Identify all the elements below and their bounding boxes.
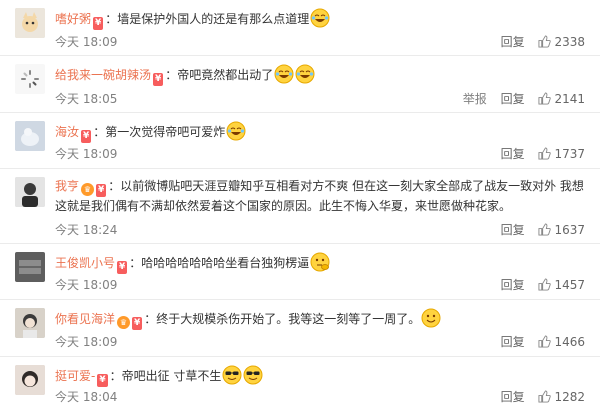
thumbs-up-icon <box>538 335 552 348</box>
comment-time: 今天 18:09 <box>55 335 118 349</box>
laugh-cry-emoji-icon <box>274 64 294 84</box>
thumbs-up-icon <box>538 223 552 236</box>
thumbs-up-icon <box>538 35 552 48</box>
vip-icon: ♛ <box>81 183 95 196</box>
comment-actions: 回复 1637 <box>491 221 585 238</box>
like-count: 2338 <box>554 35 585 49</box>
username-link[interactable]: 王俊凯小号 <box>55 256 115 270</box>
reply-button[interactable]: 回复 <box>501 92 525 106</box>
like-count: 1282 <box>554 390 585 404</box>
thumbs-up-icon <box>538 147 552 160</box>
avatar[interactable] <box>15 177 45 207</box>
like-button[interactable]: 1637 <box>538 223 585 237</box>
laugh-cry-emoji-icon <box>295 64 315 84</box>
cool-sunglasses-emoji-icon <box>222 365 242 385</box>
username-link[interactable]: 给我来一碗胡辣汤 <box>55 68 151 82</box>
comment-text: ：第一次觉得帝吧可爱炸 <box>93 125 226 139</box>
comment-actions: 回复 1457 <box>491 276 585 293</box>
comment-actions: 举报 回复 2141 <box>453 90 585 107</box>
comment-time: 今天 18:04 <box>55 390 118 404</box>
comment-actions: 回复 1737 <box>491 145 585 162</box>
username-link[interactable]: 你看见海洋 <box>55 312 115 326</box>
member-badge-icon: ¥ <box>96 184 107 197</box>
reply-button[interactable]: 回复 <box>501 147 525 161</box>
comment-content: 王俊凯小号 ¥ ：哈哈哈哈哈哈哈坐看台独狗楞逼 <box>55 252 585 274</box>
like-button[interactable]: 2338 <box>538 35 585 49</box>
member-badge-icon: ¥ <box>132 317 143 330</box>
like-button[interactable]: 1457 <box>538 278 585 292</box>
thinking-emoji-icon <box>310 252 330 272</box>
comment-content: 挺可爱- ¥ ：帝吧出征 寸草不生 <box>55 365 585 387</box>
reply-button[interactable]: 回复 <box>501 35 525 49</box>
username-link[interactable]: 嗜好粥 <box>55 12 91 26</box>
username-link[interactable]: 海汝 <box>55 125 79 139</box>
avatar[interactable] <box>15 121 45 151</box>
comment-actions: 回复 1282 <box>491 388 585 405</box>
comment-time: 今天 18:09 <box>55 278 118 292</box>
comment-time: 今天 18:09 <box>55 147 118 161</box>
reply-button[interactable]: 回复 <box>501 223 525 237</box>
like-button[interactable]: 2141 <box>538 92 585 106</box>
smile-emoji-icon <box>421 308 441 328</box>
comment-text: ：终于大规模杀伤开始了。我等这一刻等了一周了。 <box>144 312 421 326</box>
like-count: 1737 <box>554 147 585 161</box>
avatar[interactable] <box>15 365 45 395</box>
thumbs-up-icon <box>538 390 552 403</box>
laugh-cry-emoji-icon <box>226 121 246 141</box>
comment-item: 海汝 ¥ ：第一次觉得帝吧可爱炸 今天 18:09 回复 1737 <box>0 113 600 169</box>
comment-content: 海汝 ¥ ：第一次觉得帝吧可爱炸 <box>55 121 585 143</box>
comment-content: 你看见海洋 ♛ ¥ ：终于大规模杀伤开始了。我等这一刻等了一周了。 <box>55 308 585 330</box>
comment-actions: 回复 2338 <box>491 33 585 50</box>
username-link[interactable]: 挺可爱- <box>55 369 95 383</box>
like-count: 2141 <box>554 92 585 106</box>
member-badge-icon: ¥ <box>97 374 108 387</box>
comment-actions: 回复 1466 <box>491 333 585 350</box>
member-badge-icon: ¥ <box>117 261 128 274</box>
reply-button[interactable]: 回复 <box>501 390 525 404</box>
like-button[interactable]: 1466 <box>538 335 585 349</box>
avatar[interactable] <box>15 8 45 38</box>
like-button[interactable]: 1282 <box>538 390 585 404</box>
comment-item: 嗜好粥 ¥ ：墙是保护外国人的还是有那么点道理 今天 18:09 回复 2338 <box>0 0 600 56</box>
comment-content: 嗜好粥 ¥ ：墙是保护外国人的还是有那么点道理 <box>55 8 585 30</box>
username-link[interactable]: 我亨 <box>55 179 79 193</box>
comment-time: 今天 18:05 <box>55 92 118 106</box>
comment-item: 挺可爱- ¥ ：帝吧出征 寸草不生 今天 18:04 回复 1282 <box>0 357 600 407</box>
comment-text: ：哈哈哈哈哈哈哈坐看台独狗楞逼 <box>129 256 310 270</box>
comment-time: 今天 18:24 <box>55 223 118 237</box>
member-badge-icon: ¥ <box>93 17 104 30</box>
comment-content: 我亨 ♛ ¥ ：以前微博贴吧天涯豆瓣知乎互相看对方不爽 但在这一刻大家全部成了战友一致… <box>55 177 585 215</box>
comment-text: ：以前微博贴吧天涯豆瓣知乎互相看对方不爽 但在这一刻大家全部成了战友一致对外 我… <box>55 179 584 213</box>
comment-content: 给我来一碗胡辣汤 ¥ ：帝吧竟然都出动了 <box>55 64 585 86</box>
member-badge-icon: ¥ <box>81 130 92 143</box>
comment-text: ：帝吧出征 寸草不生 <box>109 369 222 383</box>
comment-item: 王俊凯小号 ¥ ：哈哈哈哈哈哈哈坐看台独狗楞逼 今天 18:09 回复 1457 <box>0 244 600 300</box>
member-badge-icon: ¥ <box>153 73 164 86</box>
comment-list: 嗜好粥 ¥ ：墙是保护外国人的还是有那么点道理 今天 18:09 回复 2338 给… <box>0 0 600 407</box>
laugh-cry-emoji-icon <box>310 8 330 28</box>
reply-button[interactable]: 回复 <box>501 278 525 292</box>
avatar[interactable] <box>15 64 45 94</box>
avatar[interactable] <box>15 308 45 338</box>
comment-text: ：帝吧竟然都出动了 <box>165 68 274 82</box>
like-count: 1457 <box>554 278 585 292</box>
like-count: 1466 <box>554 335 585 349</box>
like-count: 1637 <box>554 223 585 237</box>
comment-item: 你看见海洋 ♛ ¥ ：终于大规模杀伤开始了。我等这一刻等了一周了。 今天 18:09 … <box>0 300 600 357</box>
thumbs-up-icon <box>538 92 552 105</box>
comment-text: ：墙是保护外国人的还是有那么点道理 <box>105 12 310 26</box>
cool-sunglasses-emoji-icon <box>243 365 263 385</box>
vip-icon: ♛ <box>117 316 131 329</box>
comment-item: 我亨 ♛ ¥ ：以前微博贴吧天涯豆瓣知乎互相看对方不爽 但在这一刻大家全部成了战友一致… <box>0 169 600 244</box>
thumbs-up-icon <box>538 278 552 291</box>
comment-item: 给我来一碗胡辣汤 ¥ ：帝吧竟然都出动了 今天 18:05 举报 回复 2141 <box>0 56 600 113</box>
avatar[interactable] <box>15 252 45 282</box>
like-button[interactable]: 1737 <box>538 147 585 161</box>
comment-time: 今天 18:09 <box>55 35 118 49</box>
reply-button[interactable]: 回复 <box>501 335 525 349</box>
report-button[interactable]: 举报 <box>463 92 487 106</box>
